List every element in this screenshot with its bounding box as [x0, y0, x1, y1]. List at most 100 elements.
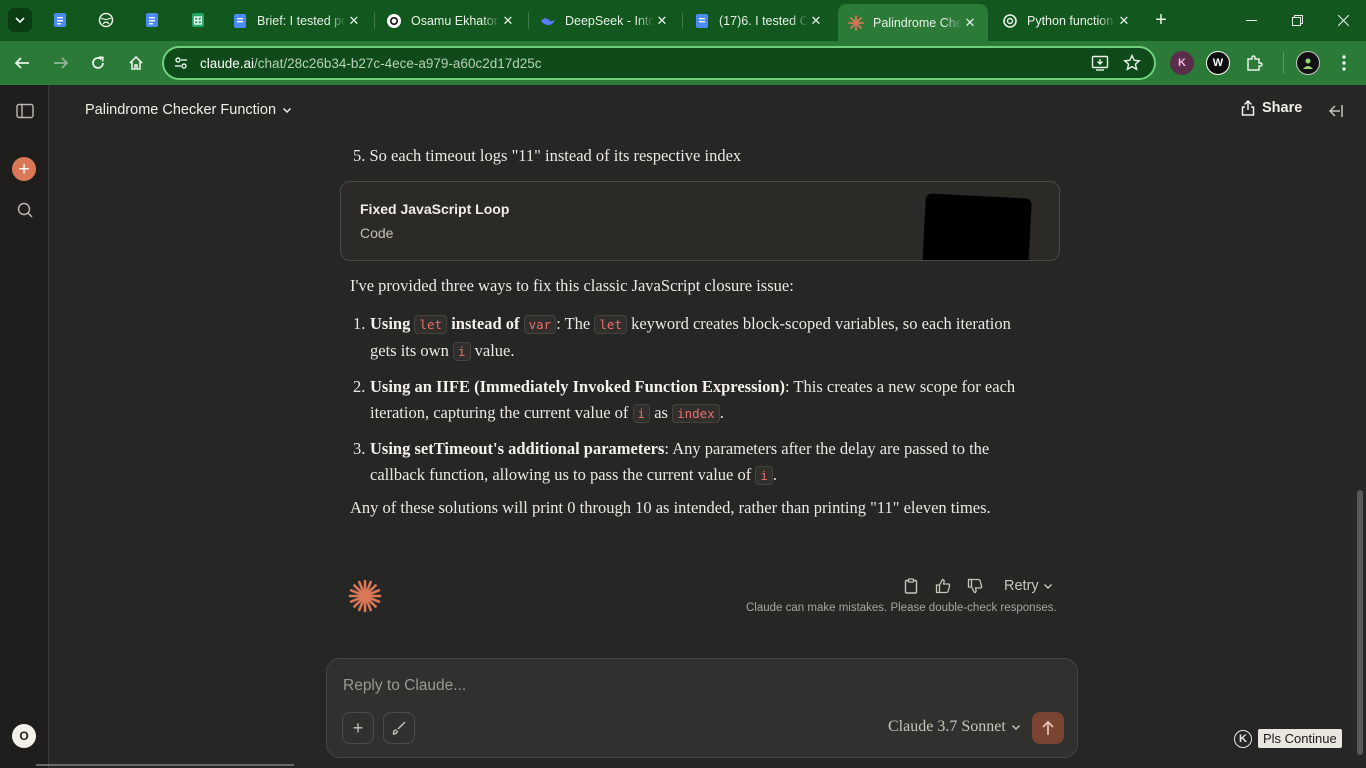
deepseek-icon: [540, 13, 556, 29]
home-icon: [129, 55, 143, 70]
copy-button[interactable]: [900, 576, 922, 596]
tab-title: (17)6. I tested Claude: [719, 13, 808, 28]
tab-tested-claude[interactable]: (17)6. I tested Claude ✕: [684, 5, 834, 36]
restore-icon: [1291, 15, 1303, 26]
sidebar-toggle-button[interactable]: [12, 98, 38, 124]
google-docs-icon: [146, 13, 158, 27]
arrow-up-icon: [1042, 720, 1054, 735]
close-tab-icon[interactable]: ✕: [1116, 13, 1132, 29]
tools-button[interactable]: [383, 712, 415, 744]
continue-extension-overlay: K Pls Continue: [1234, 729, 1342, 748]
search-icon: [17, 202, 33, 218]
artifact-title: Fixed JavaScript Loop: [360, 201, 510, 217]
home-button[interactable]: [122, 49, 150, 77]
close-tab-icon[interactable]: ✕: [346, 13, 362, 29]
list-number: 2.: [353, 377, 366, 396]
chat-title-button[interactable]: Palindrome Checker Function: [85, 102, 292, 118]
inline-code: i: [452, 342, 471, 361]
plus-icon: +: [18, 158, 30, 180]
tab-title: Brief: I tested popular AI: [257, 13, 346, 28]
pinned-tab-docs[interactable]: [48, 8, 72, 32]
model-name: Claude 3.7 Sonnet: [888, 718, 1006, 735]
chevron-down-icon: [1011, 725, 1020, 730]
forward-button[interactable]: [47, 49, 75, 77]
url-text: claude.ai/chat/28c26b34-b27c-4ece-a979-a…: [200, 56, 542, 71]
tab-python-function[interactable]: Python function ✕: [992, 5, 1142, 36]
tab-brief[interactable]: Brief: I tested popular AI ✕: [222, 5, 372, 36]
chevron-down-icon: [15, 17, 25, 24]
extension-w-label: W: [1212, 57, 1224, 69]
back-button[interactable]: [8, 49, 36, 77]
bookmark-star-icon[interactable]: [1123, 53, 1143, 74]
close-tab-icon[interactable]: ✕: [962, 15, 978, 31]
body-text: .: [772, 465, 777, 484]
extension-k-icon[interactable]: K: [1170, 51, 1194, 75]
collapse-panel-button[interactable]: [1325, 101, 1345, 121]
thumbs-up-button[interactable]: [932, 576, 954, 596]
tab-title: Osamu Ekhator: [411, 13, 498, 28]
sidebar-panel-icon: [16, 103, 34, 119]
list-item: 1. Using let instead of var: The let key…: [350, 311, 1040, 365]
url-path: /chat/28c26b34-b27c-4ece-a979-a60c2d17d2…: [254, 55, 542, 71]
close-window-button[interactable]: [1320, 0, 1366, 41]
site-info-icon[interactable]: [170, 52, 192, 74]
restore-button[interactable]: [1274, 0, 1320, 41]
thumbs-down-icon: [967, 578, 983, 594]
google-sheets-icon: [192, 13, 204, 27]
chevron-down-icon: [1043, 584, 1052, 589]
pinned-tab-docs-2[interactable]: [140, 8, 164, 32]
reply-input[interactable]: Reply to Claude...: [343, 677, 466, 695]
badge-letter: K: [1239, 732, 1247, 745]
extension-w-icon[interactable]: W: [1206, 51, 1230, 75]
add-content-button[interactable]: +: [342, 712, 374, 744]
tab-deepseek[interactable]: DeepSeek - Into the Unknown ✕: [530, 5, 680, 36]
address-bar[interactable]: claude.ai/chat/28c26b34-b27c-4ece-a979-a…: [162, 46, 1156, 80]
extensions-puzzle-icon[interactable]: [1242, 51, 1266, 75]
close-tab-icon[interactable]: ✕: [500, 13, 516, 29]
tab-separator: [682, 12, 683, 29]
send-button[interactable]: [1032, 712, 1064, 744]
pinned-tab-sheets[interactable]: [186, 8, 210, 32]
fixes-list: 1. Using let instead of var: The let key…: [350, 311, 1040, 498]
reply-composer[interactable]: Reply to Claude... + Claude 3.7 Sonnet: [326, 658, 1078, 758]
search-chats-button[interactable]: [12, 197, 38, 223]
body-text: .: [719, 403, 724, 422]
pinned-tab-web[interactable]: [94, 8, 118, 32]
list-item: 3. Using setTimeout's additional paramet…: [350, 436, 1040, 489]
pls-continue-button[interactable]: Pls Continue: [1258, 729, 1342, 748]
minimize-icon: [1245, 20, 1257, 21]
profile-avatar[interactable]: [1296, 51, 1320, 75]
claude-icon: [848, 14, 864, 31]
install-app-icon[interactable]: [1091, 54, 1111, 74]
arrow-left-icon: [14, 57, 29, 69]
user-avatar[interactable]: O: [12, 724, 36, 748]
browser-menu-button[interactable]: [1332, 51, 1356, 75]
minimize-button[interactable]: [1228, 0, 1274, 41]
model-selector[interactable]: Claude 3.7 Sonnet: [888, 718, 1021, 736]
inline-code: let: [594, 315, 627, 334]
artifact-preview-thumbnail: [922, 193, 1032, 260]
browser-tab-strip: Brief: I tested popular AI ✕ Osamu Ekhat…: [0, 0, 1366, 41]
tab-palindrome-active[interactable]: Palindrome Checker Function ✕: [838, 4, 988, 41]
close-tab-icon[interactable]: ✕: [654, 13, 670, 29]
profile-icon: [1303, 58, 1313, 69]
inline-code: index: [672, 404, 720, 423]
tab-search-button[interactable]: [8, 8, 32, 32]
reload-button[interactable]: [84, 49, 112, 77]
tab-title: Palindrome Checker Function: [873, 15, 962, 30]
disclaimer-text: Claude can make mistakes. Please double-…: [746, 602, 1057, 614]
share-button[interactable]: Share: [1241, 100, 1302, 116]
close-icon: [1337, 15, 1349, 26]
horizontal-scroll-indicator: [36, 764, 294, 766]
new-chat-button[interactable]: +: [12, 157, 36, 181]
retry-button[interactable]: Retry: [1004, 578, 1053, 594]
close-tab-icon[interactable]: ✕: [808, 13, 824, 29]
clipboard-icon: [904, 578, 918, 594]
thumbs-down-button[interactable]: [964, 576, 986, 596]
artifact-card[interactable]: Fixed JavaScript Loop Code: [340, 181, 1060, 261]
tab-osamu[interactable]: Osamu Ekhator ✕: [376, 5, 526, 36]
scrollbar-thumb[interactable]: [1357, 490, 1363, 755]
list-item: 2. Using an IIFE (Immediately Invoked Fu…: [350, 374, 1040, 427]
new-tab-button[interactable]: +: [1150, 8, 1172, 32]
tab-separator: [374, 12, 375, 29]
